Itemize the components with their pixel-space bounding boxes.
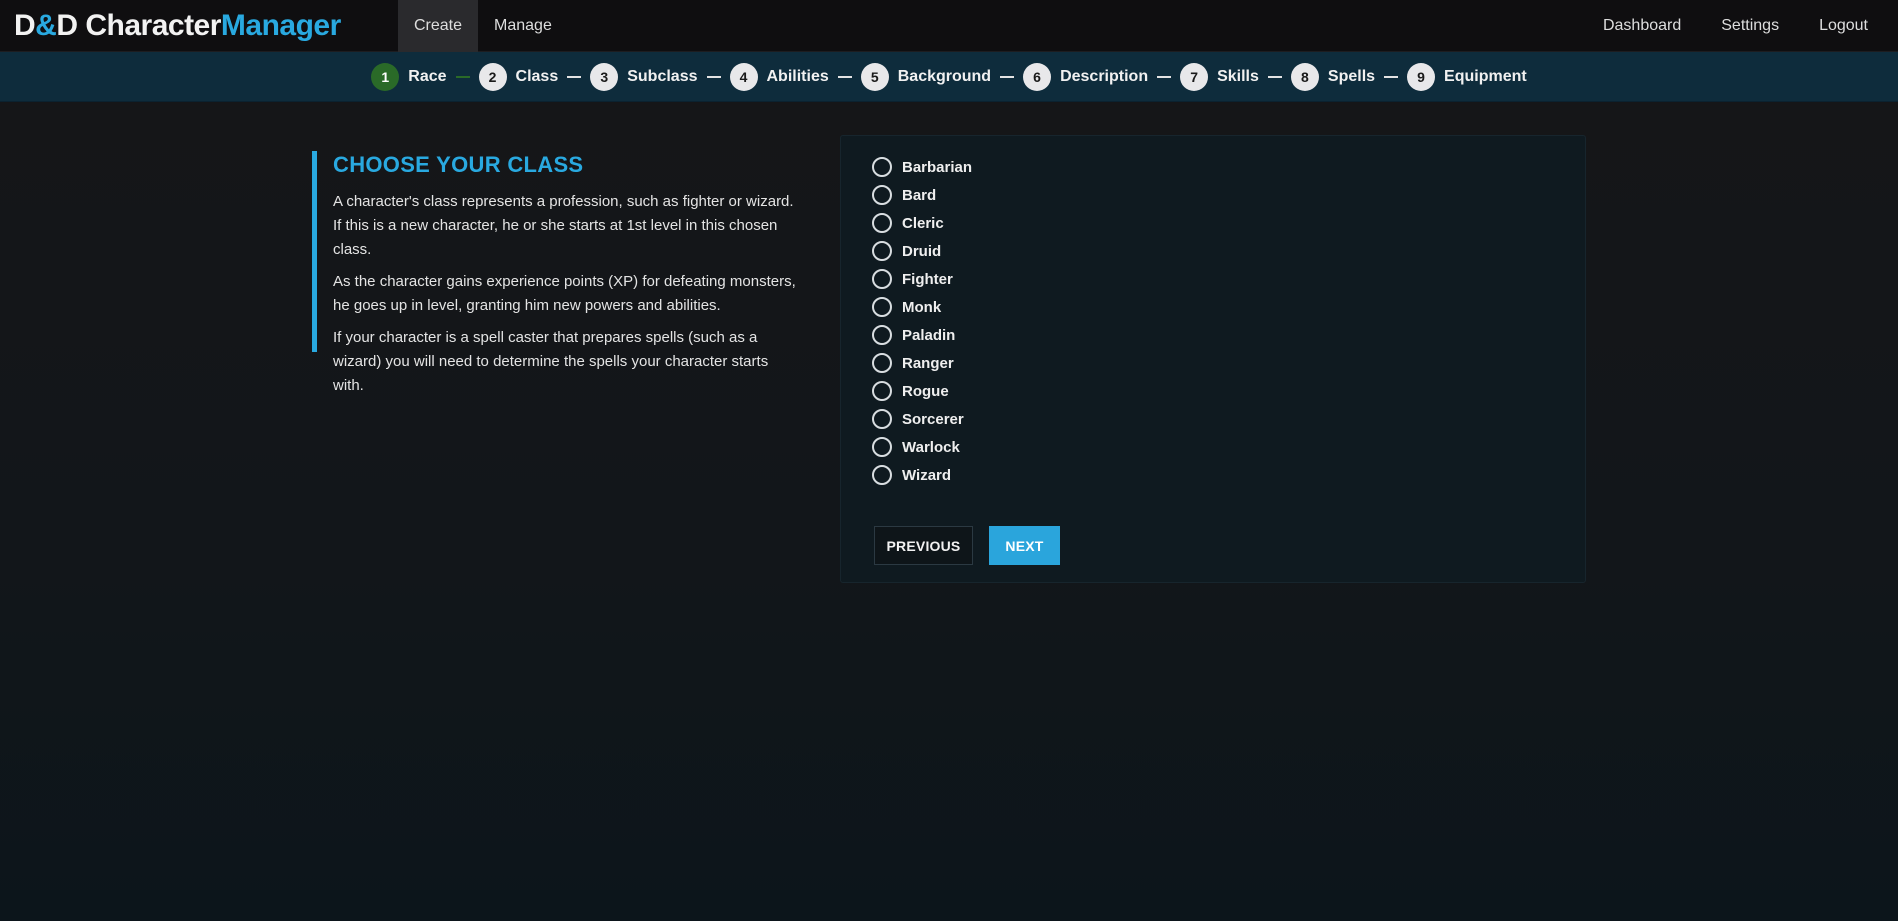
radio-button[interactable]	[872, 157, 892, 177]
radio-button[interactable]	[872, 241, 892, 261]
radio-button[interactable]	[872, 353, 892, 373]
info-paragraph: If your character is a spell caster that…	[333, 329, 769, 394]
step-number: 4	[729, 62, 758, 91]
radio-button[interactable]	[872, 213, 892, 233]
step-skills[interactable]: 7 Skills	[1180, 62, 1259, 91]
class-option-label: Wizard	[902, 466, 952, 484]
nav-dashboard[interactable]: Dashboard	[1583, 0, 1701, 52]
class-option-label: Rogue	[902, 382, 949, 400]
class-info-panel: CHOOSE YOUR CLASS A character's class re…	[312, 151, 802, 394]
step-subclass[interactable]: 3 Subclass	[590, 62, 698, 91]
step-label: Race	[408, 67, 447, 85]
nav-manage[interactable]: Manage	[478, 0, 568, 52]
class-radio-group: Barbarian Bard Cleric Druid Fighter Monk…	[872, 153, 972, 489]
nav-left: Create Manage	[398, 0, 568, 52]
info-paragraph: A character's class represents a profess…	[333, 193, 794, 258]
class-option-label: Bard	[902, 186, 937, 204]
radio-button[interactable]	[872, 437, 892, 457]
previous-button[interactable]: PREVIOUS	[874, 526, 973, 565]
class-option-label: Sorcerer	[902, 410, 964, 428]
step-number: 8	[1290, 62, 1319, 91]
step-equipment[interactable]: 9 Equipment	[1407, 62, 1527, 91]
wizard-nav-buttons: PREVIOUS NEXT	[874, 526, 1060, 565]
brand-text-character: D Character	[56, 8, 221, 42]
class-option-label: Cleric	[902, 214, 944, 232]
step-connector	[567, 75, 582, 78]
step-number: 9	[1407, 62, 1436, 91]
step-abilities[interactable]: 4 Abilities	[729, 62, 829, 91]
class-option-label: Monk	[902, 298, 942, 316]
step-label: Background	[897, 67, 992, 85]
step-connector	[1267, 75, 1282, 78]
class-option-label: Paladin	[902, 326, 956, 344]
class-option-cleric[interactable]: Cleric	[872, 209, 972, 237]
class-selection-panel: Barbarian Bard Cleric Druid Fighter Monk…	[840, 135, 1586, 583]
step-label: Skills	[1217, 67, 1259, 85]
class-option-fighter[interactable]: Fighter	[872, 265, 972, 293]
step-connector	[1384, 75, 1399, 78]
nav-right: Dashboard Settings Logout	[1583, 0, 1898, 52]
step-number: 3	[590, 62, 619, 91]
class-option-druid[interactable]: Druid	[872, 237, 972, 265]
radio-button[interactable]	[872, 409, 892, 429]
brand-text-manager: Manager	[220, 8, 341, 42]
step-number: 5	[860, 62, 889, 91]
step-race[interactable]: 1 Race	[371, 62, 447, 91]
main-content: CHOOSE YOUR CLASS A character's class re…	[0, 102, 1898, 921]
step-class[interactable]: 2 Class	[478, 62, 559, 91]
nav-logout[interactable]: Logout	[1799, 0, 1888, 52]
radio-button[interactable]	[872, 185, 892, 205]
nav-create[interactable]: Create	[398, 0, 479, 52]
class-option-label: Barbarian	[902, 158, 973, 176]
step-label: Subclass	[627, 67, 698, 85]
class-option-ranger[interactable]: Ranger	[872, 349, 972, 377]
step-connector	[1000, 75, 1015, 78]
step-label: Abilities	[766, 67, 829, 85]
step-label: Description	[1060, 67, 1149, 85]
step-spells[interactable]: 8 Spells	[1290, 62, 1376, 91]
radio-button[interactable]	[872, 465, 892, 485]
class-option-warlock[interactable]: Warlock	[872, 433, 972, 461]
class-option-monk[interactable]: Monk	[872, 293, 972, 321]
step-background[interactable]: 5 Background	[860, 62, 992, 91]
class-option-sorcerer[interactable]: Sorcerer	[872, 405, 972, 433]
step-connector	[837, 75, 852, 78]
radio-button[interactable]	[872, 269, 892, 289]
class-option-rogue[interactable]: Rogue	[872, 377, 972, 405]
class-option-paladin[interactable]: Paladin	[872, 321, 972, 349]
brand-ampersand: &	[35, 8, 57, 42]
class-option-label: Warlock	[902, 438, 960, 456]
step-number: 6	[1023, 62, 1052, 91]
step-number: 1	[371, 62, 400, 91]
step-number: 7	[1180, 62, 1209, 91]
step-description[interactable]: 6 Description	[1023, 62, 1149, 91]
next-button[interactable]: NEXT	[989, 526, 1060, 565]
class-option-label: Ranger	[902, 354, 954, 372]
step-progress-bar: 1 Race 2 Class 3 Subclass 4 Abilities 5 …	[0, 52, 1898, 102]
brand-text-d: D	[14, 8, 36, 42]
step-connector	[1157, 75, 1172, 78]
brand-logo[interactable]: D&D CharacterManager	[0, 9, 398, 43]
class-option-label: Druid	[902, 242, 942, 260]
nav-settings[interactable]: Settings	[1701, 0, 1799, 52]
step-connector	[455, 75, 470, 78]
step-label: Equipment	[1444, 67, 1527, 85]
page-title: CHOOSE YOUR CLASS	[333, 152, 584, 177]
top-navbar: D&D CharacterManager Create Manage Dashb…	[0, 0, 1898, 52]
step-number: 2	[478, 62, 507, 91]
class-option-bard[interactable]: Bard	[872, 181, 972, 209]
step-label: Spells	[1327, 67, 1376, 85]
step-connector	[706, 75, 721, 78]
class-option-label: Fighter	[902, 270, 953, 288]
step-label: Class	[515, 67, 559, 85]
radio-button[interactable]	[872, 381, 892, 401]
info-paragraph: As the character gains experience points…	[333, 273, 796, 314]
class-option-wizard[interactable]: Wizard	[872, 461, 972, 489]
radio-button[interactable]	[872, 297, 892, 317]
class-option-barbarian[interactable]: Barbarian	[872, 153, 972, 181]
radio-button[interactable]	[872, 325, 892, 345]
